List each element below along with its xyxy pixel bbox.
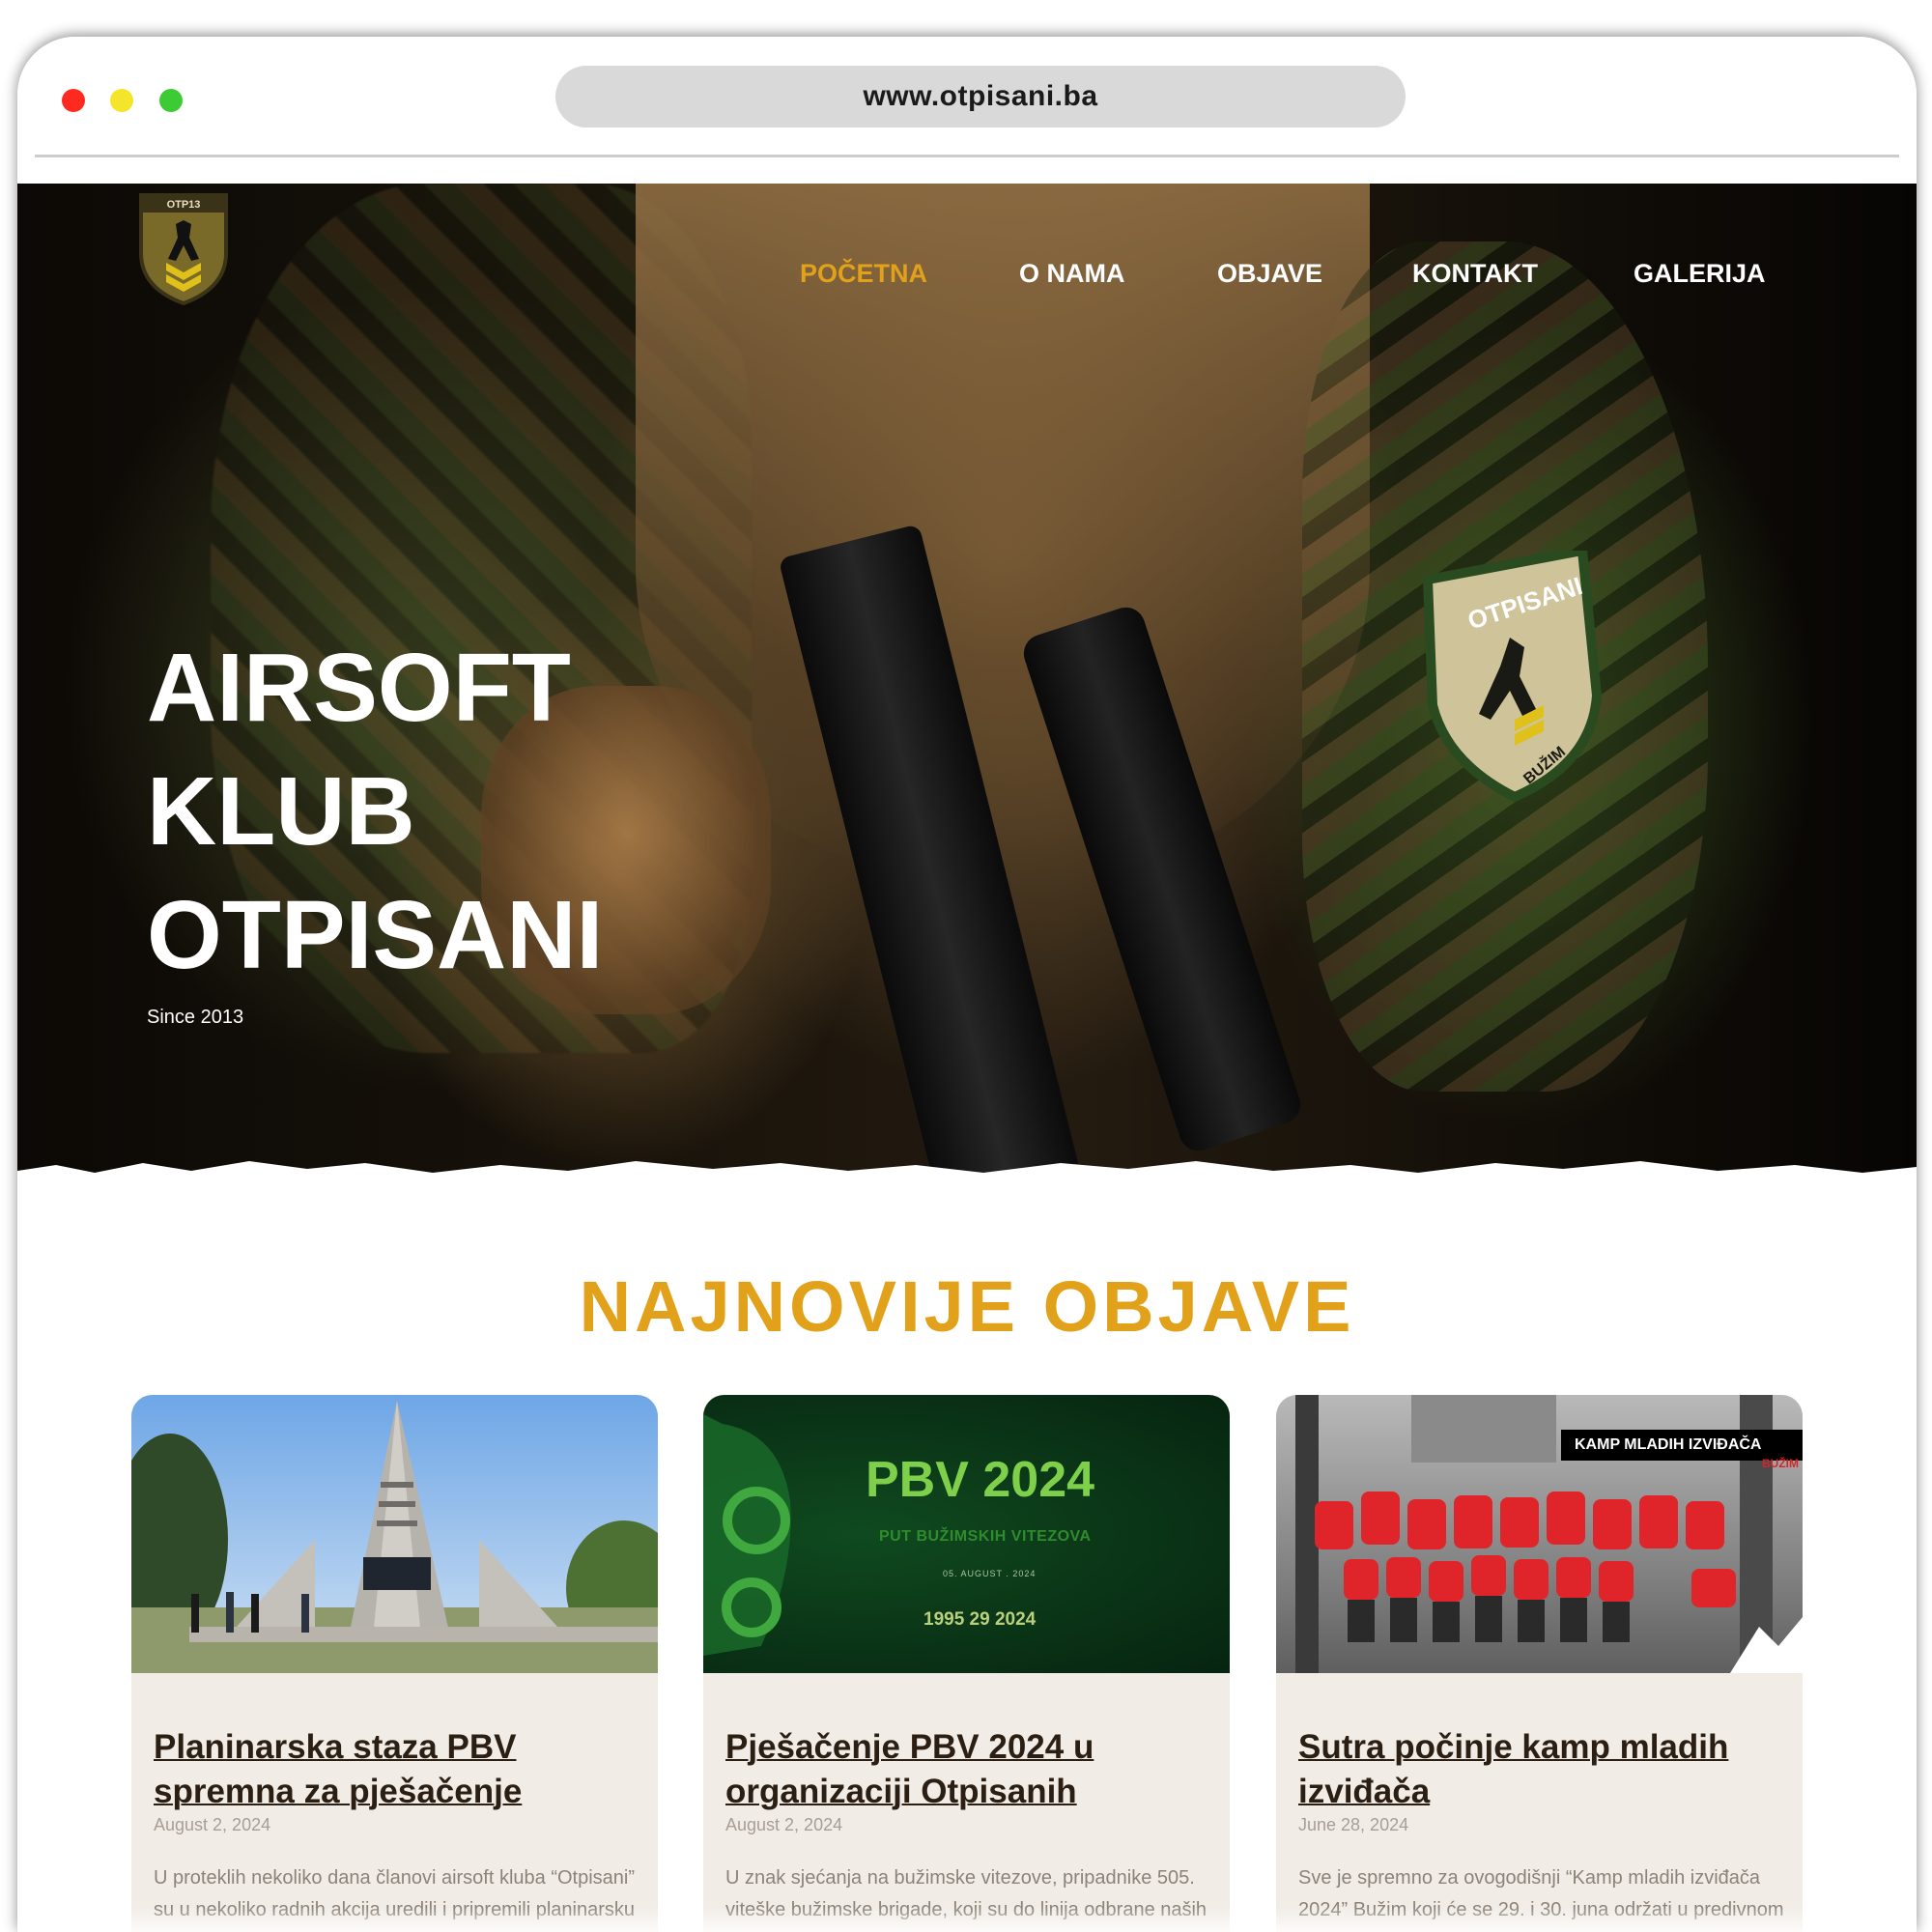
address-bar[interactable]: www.otpisani.ba: [555, 66, 1406, 128]
post-date: June 28, 2024: [1298, 1815, 1409, 1834]
pbv-poster-date: 05. AUGUST . 2024: [943, 1569, 1037, 1578]
hero-since-text: Since 2013: [147, 1007, 244, 1028]
hero-title-line-1: AIRSOFT: [147, 634, 571, 742]
nav-item-galerija[interactable]: GALERIJA: [1634, 259, 1766, 298]
nav-item-objave[interactable]: OBJAVE: [1217, 259, 1322, 298]
scout-camp-banner-sub: BUŽIM: [1762, 1457, 1799, 1470]
card-fade: [703, 1907, 1230, 1932]
pbv-poster-title: PBV 2024: [866, 1452, 1095, 1508]
browser-toolbar: www.otpisani.ba: [17, 37, 1917, 182]
pbv-poster-years: 1995 29 2024: [923, 1609, 1037, 1630]
hero-title: AIRSOFT KLUB OTPISANI: [147, 626, 823, 997]
post-date: August 2, 2024: [725, 1815, 843, 1834]
latest-posts-heading: NAJNOVIJE OBJAVE: [579, 1266, 1355, 1347]
post-image-scout-camp[interactable]: KAMP MLADIH IZVIĐAČA BUŽIM: [1276, 1395, 1803, 1673]
card-fade: [1276, 1907, 1803, 1932]
toolbar-divider: [35, 155, 1899, 157]
nav-item-o-nama[interactable]: O NAMA: [1019, 259, 1125, 298]
nav-item-pocetna[interactable]: POČETNA: [800, 259, 927, 298]
post-title-link[interactable]: Sutra počinje kamp mladih izviđača: [1298, 1725, 1791, 1814]
nav-item-kontakt[interactable]: KONTAKT: [1412, 259, 1538, 298]
url-text: www.otpisani.ba: [863, 80, 1098, 112]
post-card[interactable]: Planinarska staza PBV spremna za pješače…: [131, 1395, 658, 1932]
torn-edge-divider: [17, 1161, 1917, 1190]
post-card[interactable]: PBV 2024 PUT BUŽIMSKIH VITEZOVA 05. AUGU…: [703, 1395, 1230, 1932]
post-title-link[interactable]: Planinarska staza PBV spremna za pješače…: [154, 1725, 646, 1814]
close-window-button[interactable]: [62, 89, 85, 112]
post-image-memorial[interactable]: [131, 1395, 658, 1673]
club-patch-icon: OTPISANI BUŽIM: [1422, 551, 1602, 802]
post-date: August 2, 2024: [154, 1815, 271, 1834]
logo-text: OTP13: [167, 199, 201, 211]
post-card[interactable]: KAMP MLADIH IZVIĐAČA BUŽIM Sutra počinje…: [1276, 1395, 1803, 1932]
hero-title-line-3: OTPISANI: [147, 881, 604, 989]
browser-window: www.otpisani.ba OTPISANI BUŽIM OTP13 POČ…: [17, 37, 1917, 1932]
pbv-poster-subtitle: PUT BUŽIMSKIH VITEZOVA: [879, 1528, 1092, 1545]
minimize-window-button[interactable]: [110, 89, 133, 112]
maximize-window-button[interactable]: [159, 89, 183, 112]
card-fade: [131, 1907, 658, 1932]
post-title-link[interactable]: Pješačenje PBV 2024 u organizaciji Otpis…: [725, 1725, 1218, 1814]
club-emblem-icon[interactable]: OTP13: [133, 191, 234, 305]
post-image-pbv-poster[interactable]: PBV 2024 PUT BUŽIMSKIH VITEZOVA 05. AUGU…: [703, 1395, 1230, 1673]
pbv-soldier-graphic: [703, 1414, 791, 1656]
hero-title-line-2: KLUB: [147, 757, 415, 866]
